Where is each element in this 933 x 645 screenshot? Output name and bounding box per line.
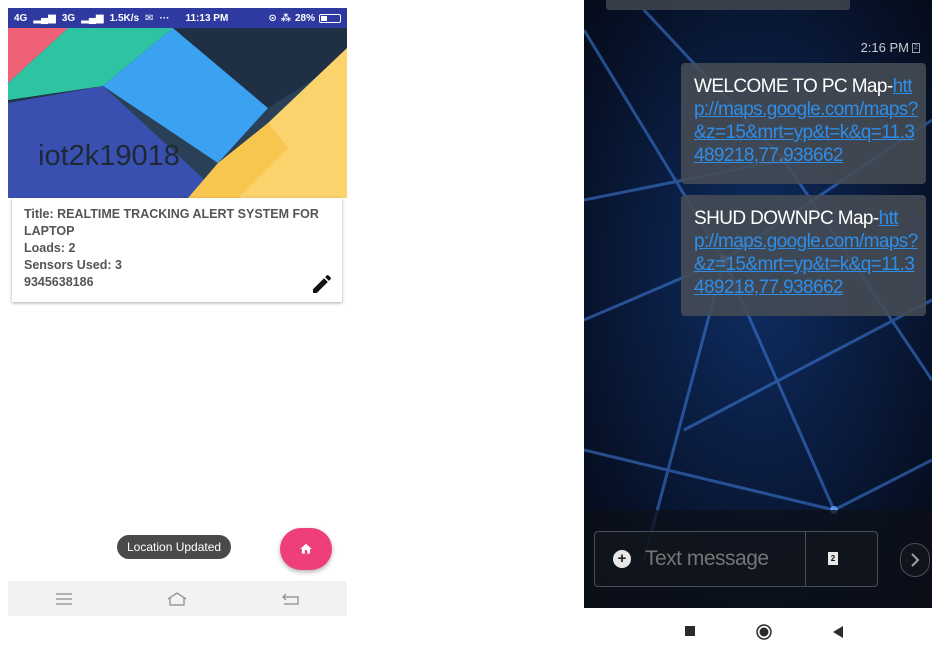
signal-4g: 4G — [14, 12, 28, 24]
home-outline-icon[interactable] — [166, 591, 188, 607]
left-phone-screen: 4G ▂▄▆ 3G ▂▄▆ 1.5K/s ✉ ··· 11:13 PM ⊙ ⁂ … — [8, 8, 347, 616]
previous-message-edge — [606, 0, 850, 10]
screenshot-stage: 4G ▂▄▆ 3G ▂▄▆ 1.5K/s ✉ ··· 11:13 PM ⊙ ⁂ … — [0, 0, 933, 645]
project-card[interactable]: Title: REALTIME TRACKING ALERT SYSTEM FO… — [12, 198, 342, 302]
message-time: 2:16 PM 2 — [861, 40, 920, 55]
compose-box[interactable]: + 2 — [594, 531, 878, 587]
send-button[interactable] — [900, 543, 930, 577]
back-icon[interactable] — [281, 592, 301, 606]
square-icon[interactable] — [684, 625, 696, 637]
message-input[interactable] — [645, 547, 803, 571]
status-bar: 4G ▂▄▆ 3G ▂▄▆ 1.5K/s ✉ ··· 11:13 PM ⊙ ⁂ … — [8, 8, 347, 28]
more-icon: ··· — [159, 12, 170, 24]
card-title: Title: REALTIME TRACKING ALERT SYSTEM FO… — [24, 207, 319, 238]
signal-bars-icon: ▂▄▆ — [81, 12, 104, 24]
message-icon: ✉ — [145, 12, 154, 24]
pencil-icon[interactable] — [310, 272, 334, 296]
toast-message: Location Updated — [117, 535, 232, 559]
card-phone: 9345638186 — [24, 275, 94, 289]
network-speed: 1.5K/s — [109, 12, 140, 24]
system-nav-bar — [8, 581, 347, 616]
message-bubble[interactable]: WELCOME TO PC Map-http://maps.google.com… — [681, 63, 926, 184]
signal-bars-icon: ▂▄▆ — [33, 12, 56, 24]
status-time: 11:13 PM — [185, 12, 229, 24]
signal-3g: 3G — [61, 12, 76, 24]
right-system-nav-bar — [584, 620, 932, 645]
compose-divider — [805, 532, 806, 586]
battery-icon — [319, 13, 341, 23]
circle-icon[interactable] — [756, 624, 772, 640]
triangle-back-icon[interactable] — [832, 625, 844, 639]
card-loads: Loads: 2 — [24, 241, 76, 255]
message-time-text: 2:16 PM — [860, 40, 909, 55]
banner-title: iot2k19018 — [38, 140, 180, 172]
card-sensors: Sensors Used: 3 — [24, 258, 122, 272]
project-banner: iot2k19018 — [8, 28, 347, 198]
home-fab-button[interactable] — [280, 528, 332, 570]
home-icon — [300, 543, 312, 554]
chevron-right-icon — [911, 553, 920, 567]
message-bubble[interactable]: SHUD DOWNPC Map-http://maps.google.com/m… — [681, 195, 926, 316]
attach-plus-icon[interactable]: + — [613, 550, 631, 568]
sim-badge: 2 — [912, 42, 920, 53]
location-icon: ⊙ — [268, 12, 277, 24]
battery-percent: 28% — [294, 12, 315, 24]
hotspot-icon: ⁂ — [280, 12, 291, 24]
sim-select-button[interactable]: 2 — [828, 552, 838, 565]
message-text: WELCOME TO PC Map- — [694, 76, 893, 97]
menu-icon[interactable] — [55, 593, 73, 605]
right-phone-screen: 2:16 PM 2 WELCOME TO PC Map-http://maps.… — [584, 0, 932, 608]
message-text: SHUD DOWNPC Map- — [694, 208, 879, 229]
